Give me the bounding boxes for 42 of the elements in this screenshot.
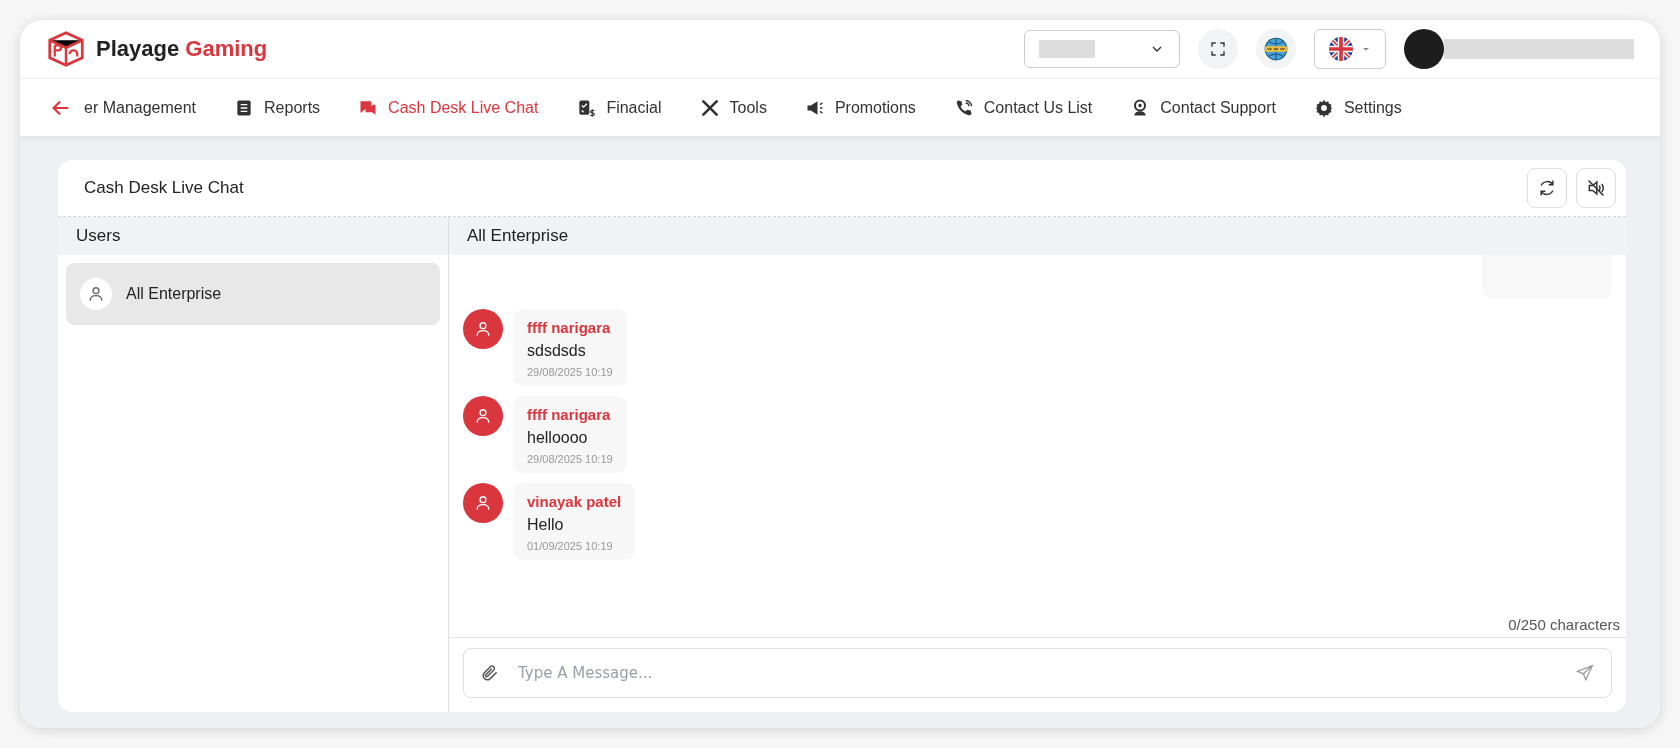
sender-name: vinayak patel [527, 493, 622, 510]
uk-flag-icon [1328, 36, 1354, 62]
nav-tab[interactable]: Reports [234, 97, 321, 118]
sender-name: ffff narigara [527, 406, 612, 423]
nav-tab[interactable]: er Management [84, 98, 197, 117]
user-avatar[interactable] [1404, 29, 1444, 69]
panel-title: Cash Desk Live Chat [84, 178, 245, 198]
nav-tab[interactable]: Cash Desk Live Chat [358, 97, 539, 118]
fullscreen-button[interactable] [1198, 29, 1238, 69]
nav-tab[interactable]: Contact Us List [953, 97, 1093, 118]
message-time: 29/08/2025 10:19 [527, 366, 613, 378]
message-time: 01/09/2025 10:19 [527, 540, 614, 552]
speaker-muted-icon [1586, 178, 1606, 198]
website-button[interactable] [1256, 29, 1296, 69]
fullscreen-icon [1209, 40, 1227, 58]
logo-icon [46, 29, 86, 69]
sender-name: ffff narigara [527, 319, 612, 336]
nav-tab[interactable]: Tools [699, 97, 767, 118]
message-text: helloooo [527, 429, 589, 447]
redacted-value [1039, 40, 1095, 58]
nav-tab[interactable]: Promotions [804, 97, 916, 118]
message-time: 29/08/2025 10:19 [527, 453, 613, 465]
message-input[interactable]: Type A Message... [516, 657, 1559, 689]
refresh-icon [1537, 178, 1557, 198]
paperclip-icon[interactable] [480, 663, 500, 683]
message-text: Hello [527, 516, 565, 534]
language-select[interactable] [1314, 29, 1386, 69]
nav-tab[interactable]: Settings [1313, 97, 1402, 118]
column-heading: Users [76, 226, 121, 246]
send-icon[interactable] [1575, 663, 1595, 683]
refresh-button[interactable] [1527, 168, 1567, 208]
character-counter: 0/250 characters [1508, 616, 1620, 633]
message-field[interactable]: Type A Message... [463, 648, 1612, 698]
brand-name: Playage Gaming [96, 36, 268, 62]
user-list-item[interactable]: All Enterprise [66, 263, 440, 325]
message-text: sdsdsds [527, 342, 587, 360]
nav-tab[interactable]: Contact Support [1130, 97, 1276, 118]
column-heading: All Enterprise [467, 226, 569, 246]
settings-icon [1313, 97, 1334, 118]
nav-tab[interactable]: Finacial [576, 97, 662, 118]
globe-icon [1263, 36, 1289, 62]
mute-button[interactable] [1576, 168, 1616, 208]
